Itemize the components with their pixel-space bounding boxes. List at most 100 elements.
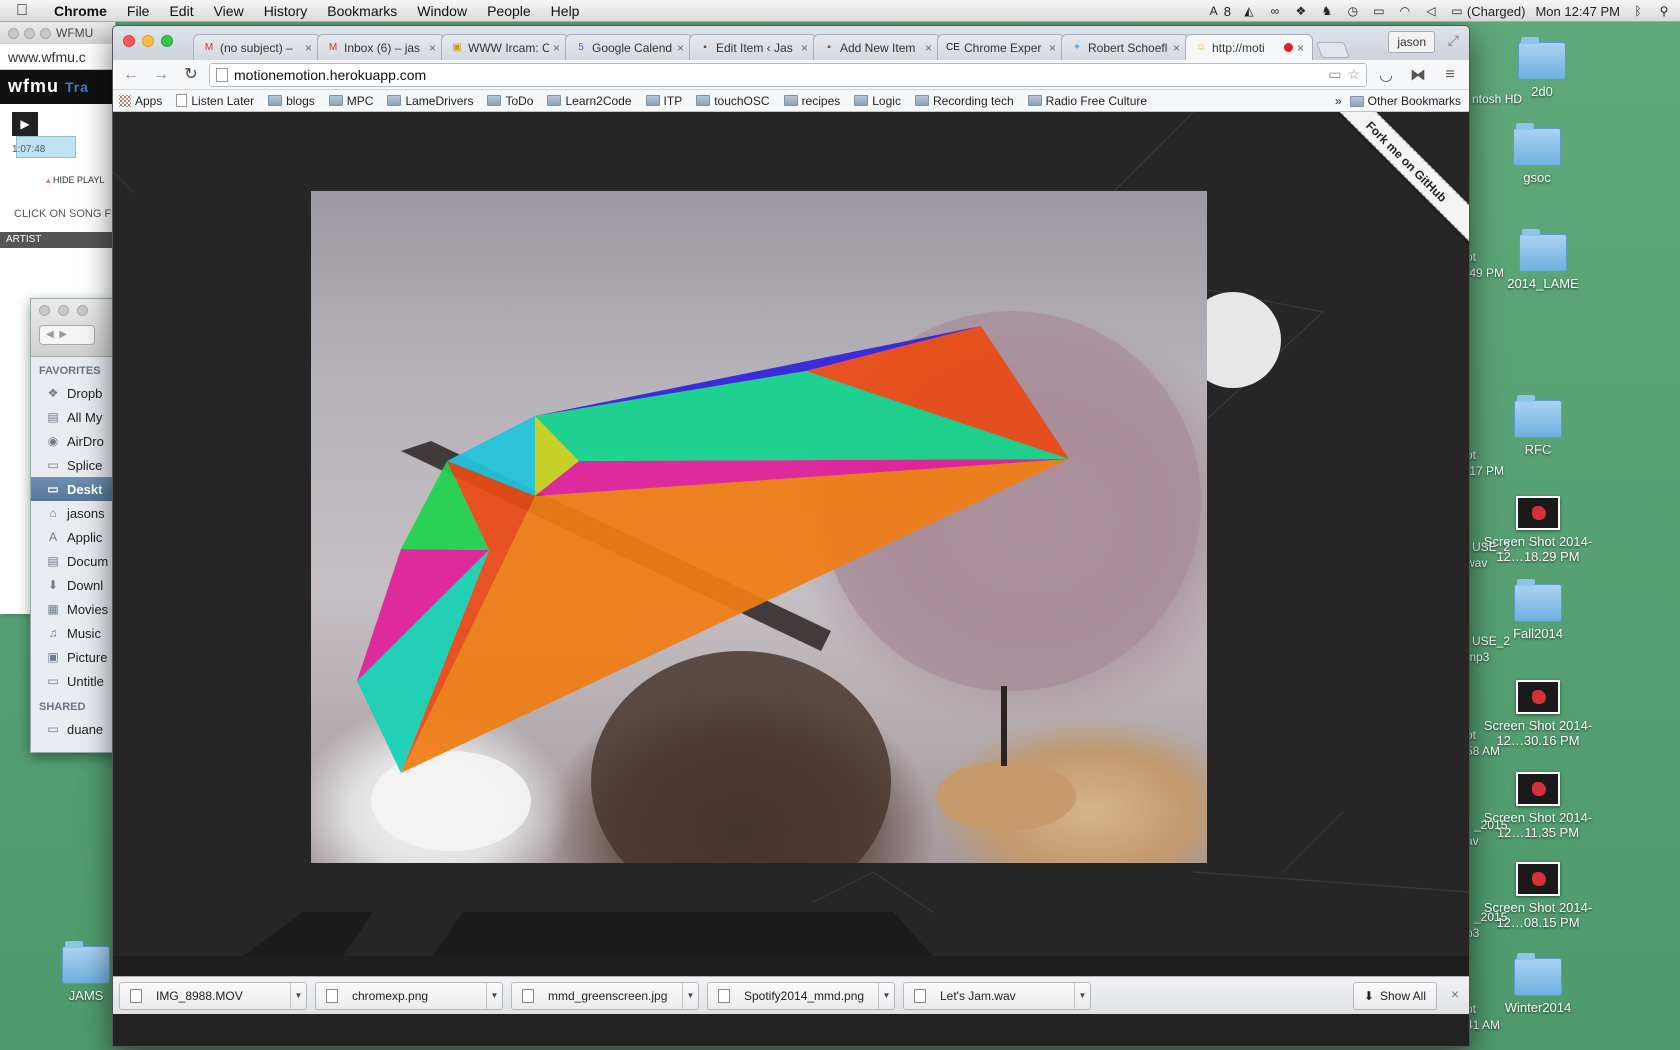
- adobe-icon[interactable]: A: [1206, 4, 1222, 18]
- menu-window[interactable]: Window: [407, 3, 477, 19]
- chevron-down-icon[interactable]: ▼: [486, 982, 502, 1009]
- close-tab-icon[interactable]: ×: [925, 41, 932, 55]
- url-text[interactable]: motionemotion.herokuapp.com: [234, 67, 1322, 83]
- tab-7[interactable]: ✦ Robert Schoefl ×: [1061, 34, 1189, 60]
- chrome-menu-icon[interactable]: ≡: [1437, 66, 1463, 84]
- sidebar-item-3[interactable]: ▭ Splice: [31, 453, 119, 477]
- spotlight-search-icon[interactable]: ⚲: [1656, 4, 1672, 18]
- close-tab-icon[interactable]: ×: [1297, 41, 1304, 55]
- profile-button[interactable]: jason: [1388, 31, 1435, 53]
- chevron-down-icon[interactable]: ▼: [878, 982, 894, 1009]
- chevron-down-icon[interactable]: ▼: [1074, 982, 1090, 1009]
- extension-icon[interactable]: ⧓: [1405, 65, 1431, 85]
- menu-history[interactable]: History: [254, 3, 318, 19]
- minimize-icon[interactable]: [24, 27, 35, 39]
- bluetooth-icon[interactable]: ᛒ: [1630, 4, 1646, 18]
- bookmark-listen-later[interactable]: Listen Later: [176, 94, 254, 108]
- zoom-icon[interactable]: [77, 305, 88, 316]
- close-tab-icon[interactable]: ×: [553, 41, 560, 55]
- menubar-clock[interactable]: Mon 12:47 PM: [1535, 4, 1620, 19]
- notification-bell-icon[interactable]: ◭: [1241, 4, 1257, 18]
- bookmark-apps[interactable]: Apps: [119, 94, 162, 108]
- desktop-folder-5[interactable]: Fall2014: [1478, 579, 1598, 641]
- bookmark-todo[interactable]: ToDo: [487, 94, 533, 108]
- download-item[interactable]: Spotify2014_mmd.png ▼: [707, 981, 895, 1010]
- camera-in-use-icon[interactable]: ▭: [1328, 66, 1341, 83]
- close-icon[interactable]: [8, 27, 19, 39]
- close-icon[interactable]: [39, 305, 50, 316]
- sidebar-item-4[interactable]: ▭ Deskt: [31, 477, 119, 501]
- tab-0[interactable]: M (no subject) – ×: [193, 34, 321, 60]
- tab-1[interactable]: M Inbox (6) – jas ×: [317, 34, 445, 60]
- download-item[interactable]: chromexp.png ▼: [315, 981, 503, 1010]
- desktop-partial-label[interactable]: ntosh HD: [1472, 92, 1522, 106]
- menu-edit[interactable]: Edit: [159, 3, 203, 19]
- show-all-downloads-button[interactable]: ⬇ Show All: [1352, 982, 1437, 1010]
- tab-3[interactable]: 5 Google Calend ×: [565, 34, 693, 60]
- time-machine-icon[interactable]: ◷: [1345, 4, 1361, 18]
- bookmark-itp[interactable]: ITP: [645, 94, 682, 108]
- wifi-icon[interactable]: ◠: [1397, 4, 1413, 18]
- bookmark-logic[interactable]: Logic: [854, 94, 901, 108]
- forward-arrow-icon[interactable]: →: [149, 63, 173, 87]
- sidebar-item-1[interactable]: ▤ All My: [31, 405, 119, 429]
- bookmark-recipes[interactable]: recipes: [783, 94, 840, 108]
- artist-column-header[interactable]: ARTIST: [0, 232, 115, 248]
- desktop-folder-2[interactable]: 2014_LAME: [1483, 229, 1603, 291]
- sidebar-item-10[interactable]: ♫ Music: [31, 621, 119, 645]
- desktop-partial-label[interactable]: USE_2: [1472, 540, 1510, 554]
- menu-people[interactable]: People: [477, 3, 541, 19]
- download-item[interactable]: Let's Jam.wav ▼: [903, 981, 1091, 1010]
- desktop-partial-label[interactable]: .17 PM: [1466, 464, 1504, 478]
- fullscreen-icon[interactable]: ⤢: [1448, 32, 1459, 49]
- close-tab-icon[interactable]: ×: [1049, 41, 1056, 55]
- reload-icon[interactable]: ↻: [179, 63, 203, 87]
- bookmark-mpc[interactable]: MPC: [328, 94, 373, 108]
- pocket-icon[interactable]: ◡: [1373, 65, 1399, 85]
- tab-4[interactable]: ▪ Edit Item ‹ Jas ×: [689, 34, 817, 60]
- desktop-folder-1[interactable]: gsoc: [1477, 123, 1597, 185]
- bookmark-radio-free-culture[interactable]: Radio Free Culture: [1027, 94, 1147, 108]
- sidebar-item-2[interactable]: ◉ AirDro: [31, 429, 119, 453]
- hide-playlist-link[interactable]: ▴ HIDE PLAYL: [0, 155, 115, 186]
- sidebar-item-11[interactable]: ▣ Picture: [31, 645, 119, 669]
- desktop-partial-label[interactable]: _2015: [1474, 818, 1507, 832]
- desktop-partial-label[interactable]: _2015: [1474, 910, 1507, 924]
- chevron-down-icon[interactable]: ▼: [290, 982, 306, 1009]
- chevron-down-icon[interactable]: ▼: [682, 982, 698, 1009]
- minimize-icon[interactable]: [58, 305, 69, 316]
- back-forward-buttons[interactable]: ◀ ▶: [39, 325, 95, 345]
- bookmark-blogs[interactable]: blogs: [268, 94, 315, 108]
- sidebar-item-0[interactable]: ❖ Dropb: [31, 381, 119, 405]
- sidebar-item-12[interactable]: ▭ Untitle: [31, 669, 119, 693]
- sidebar-item-0[interactable]: ▭ duane: [31, 717, 119, 741]
- desktop-shot-6[interactable]: Screen Shot 2014-12…30.16 PM: [1478, 680, 1598, 748]
- close-tab-icon[interactable]: ×: [429, 41, 436, 55]
- tab-5[interactable]: ▪ Add New Item ×: [813, 34, 941, 60]
- sidebar-item-7[interactable]: ▤ Docum: [31, 549, 119, 573]
- download-item[interactable]: mmd_greenscreen.jpg ▼: [511, 981, 699, 1010]
- battery-icon[interactable]: ▭: [1449, 4, 1465, 18]
- close-downloads-shelf-icon[interactable]: ×: [1451, 986, 1459, 1002]
- volume-icon[interactable]: ◁: [1423, 4, 1439, 18]
- download-item[interactable]: IMG_8988.MOV ▼: [119, 981, 307, 1010]
- bookmark-learn2code[interactable]: Learn2Code: [547, 94, 632, 108]
- menu-file[interactable]: File: [117, 3, 160, 19]
- new-tab-button[interactable]: [1316, 42, 1350, 58]
- dropbox-tray-icon[interactable]: ❖: [1293, 4, 1309, 18]
- menu-bookmarks[interactable]: Bookmarks: [317, 3, 407, 19]
- desktop-folder-9[interactable]: Winter2014: [1478, 953, 1598, 1015]
- sidebar-item-6[interactable]: A Applic: [31, 525, 119, 549]
- desktop-folder-0[interactable]: 2d0: [1482, 37, 1602, 99]
- battery-status[interactable]: (Charged): [1467, 4, 1526, 19]
- sidebar-item-5[interactable]: ⌂ jasons: [31, 501, 119, 525]
- display-icon[interactable]: ▭: [1371, 4, 1387, 18]
- desktop-partial-label[interactable]: 58 AM: [1466, 744, 1500, 758]
- close-tab-icon[interactable]: ×: [801, 41, 808, 55]
- sidebar-item-8[interactable]: ⬇ Downl: [31, 573, 119, 597]
- close-tab-icon[interactable]: ×: [1173, 41, 1180, 55]
- tab-8[interactable]: ☺ http://moti ×: [1185, 34, 1313, 60]
- close-tab-icon[interactable]: ×: [677, 41, 684, 55]
- close-tab-icon[interactable]: ×: [305, 41, 312, 55]
- wfmu-address-bar[interactable]: www.wfmu.c: [0, 44, 115, 70]
